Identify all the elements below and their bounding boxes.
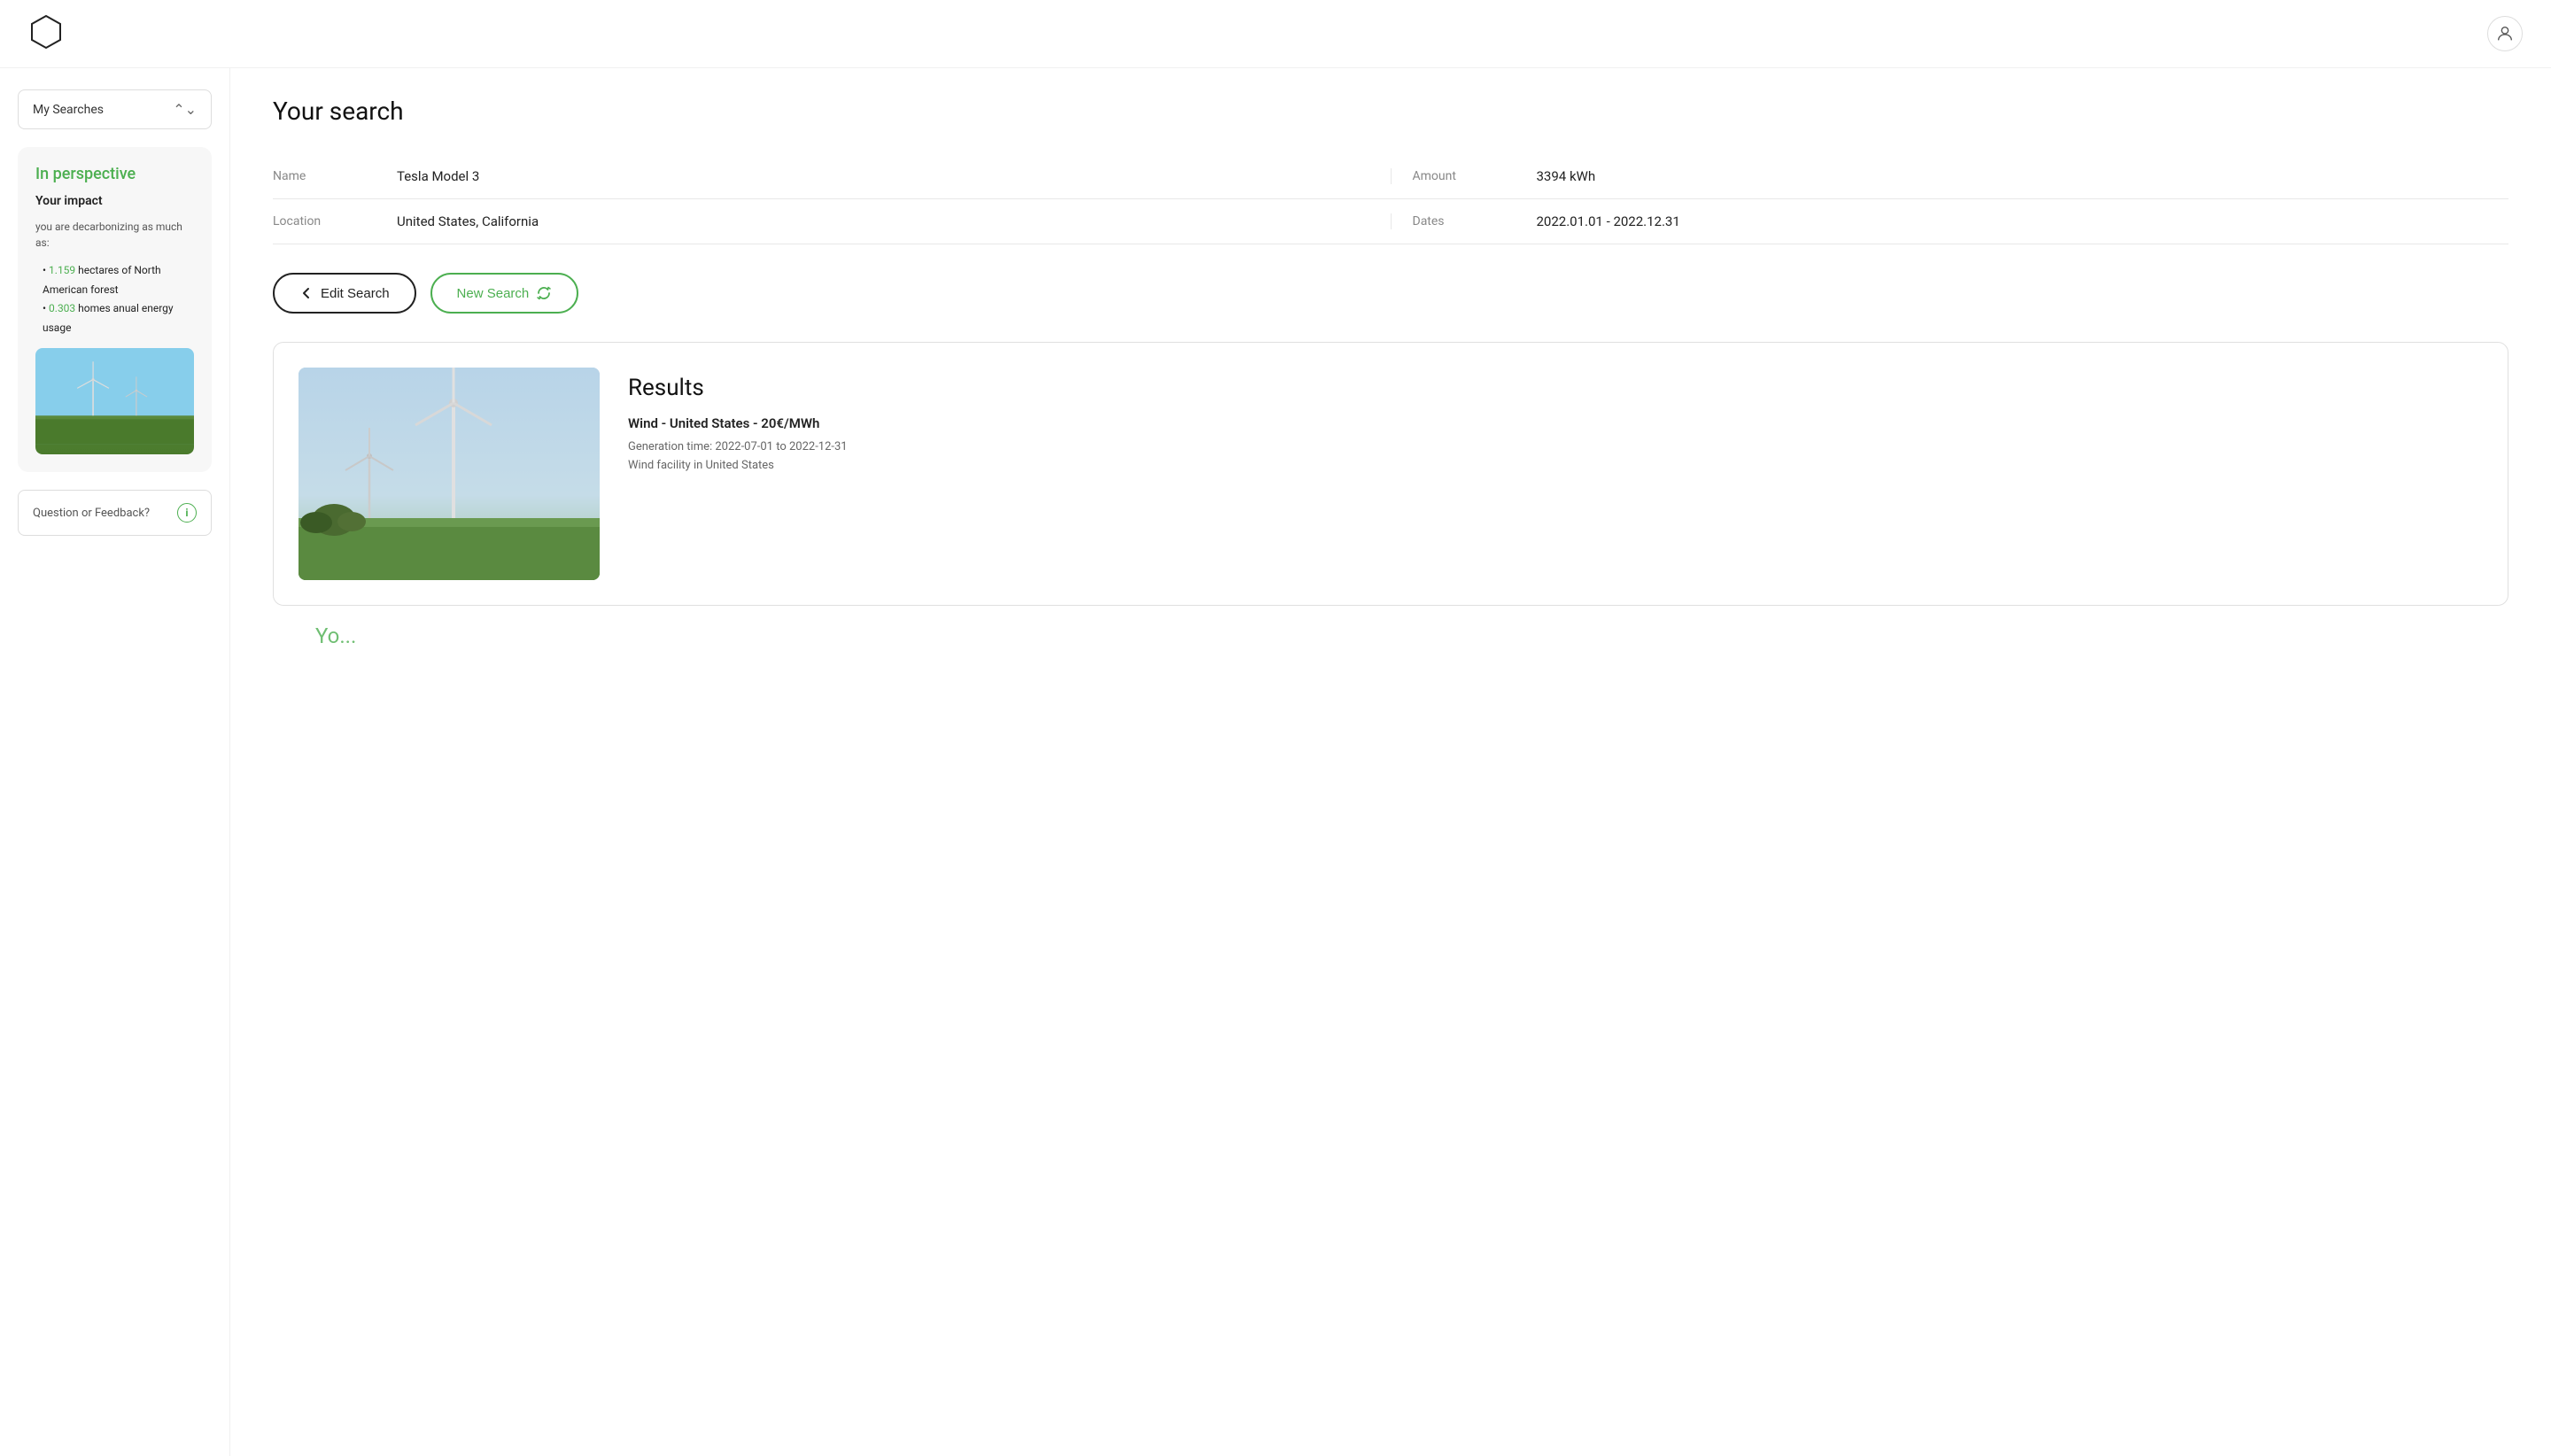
bottom-peek-text: Yo... [273, 623, 2508, 648]
user-avatar-button[interactable] [2487, 16, 2523, 51]
app-logo [28, 14, 64, 53]
impact-item-2: 0.303 homes anual energy usage [43, 299, 194, 337]
page-title: Your search [273, 97, 2508, 126]
impact-list: 1.159 hectares of North American forest … [35, 261, 194, 337]
chevron-down-icon: ⌃⌄ [173, 101, 197, 118]
main-content: Your search Name Tesla Model 3 Amount 33… [230, 68, 2551, 1456]
impact-description: you are decarbonizing as much as: [35, 219, 194, 251]
amount-label: Amount [1413, 169, 1501, 183]
vertical-divider [1391, 168, 1392, 184]
results-image [299, 368, 600, 580]
perspective-image [35, 348, 194, 454]
action-buttons: Edit Search New Search [273, 273, 2508, 314]
arrow-left-icon [299, 286, 314, 300]
dates-label: Dates [1413, 214, 1501, 228]
result-name: Wind - United States - 20€/MWh [628, 415, 2483, 431]
search-row-name-amount: Name Tesla Model 3 Amount 3394 kWh [273, 154, 2508, 199]
feedback-box[interactable]: Question or Feedback? i [18, 490, 212, 536]
info-icon: i [177, 503, 197, 523]
name-value: Tesla Model 3 [397, 168, 479, 184]
location-cell: Location United States, California [273, 213, 1369, 229]
results-info: Results Wind - United States - 20€/MWh G… [628, 368, 2483, 476]
sidebar: My Searches ⌃⌄ In perspective Your impac… [0, 68, 230, 1456]
new-search-button[interactable]: New Search [430, 273, 579, 314]
my-searches-label: My Searches [33, 103, 104, 117]
name-label: Name [273, 169, 361, 183]
main-layout: My Searches ⌃⌄ In perspective Your impac… [0, 68, 2551, 1456]
vertical-divider-2 [1391, 213, 1392, 229]
results-title: Results [628, 375, 2483, 401]
amount-value: 3394 kWh [1537, 168, 1596, 184]
impact-value-2: 0.303 [49, 302, 75, 314]
results-card: Results Wind - United States - 20€/MWh G… [273, 342, 2508, 606]
name-cell: Name Tesla Model 3 [273, 168, 1369, 184]
app-header [0, 0, 2551, 68]
result-facility: Wind facility in United States [628, 457, 2483, 476]
dates-value: 2022.01.01 - 2022.12.31 [1537, 213, 1680, 229]
dates-cell: Dates 2022.01.01 - 2022.12.31 [1413, 213, 2509, 229]
my-searches-dropdown[interactable]: My Searches ⌃⌄ [18, 89, 212, 129]
amount-cell: Amount 3394 kWh [1413, 168, 2509, 184]
perspective-title: In perspective [35, 165, 194, 183]
impact-value-1: 1.159 [49, 264, 75, 276]
search-details: Name Tesla Model 3 Amount 3394 kWh Locat… [273, 154, 2508, 244]
location-value: United States, California [397, 213, 539, 229]
search-row-location-dates: Location United States, California Dates… [273, 199, 2508, 244]
location-label: Location [273, 214, 361, 228]
perspective-card: In perspective Your impact you are decar… [18, 147, 212, 472]
result-generation-time: Generation time: 2022-07-01 to 2022-12-3… [628, 438, 2483, 457]
your-impact-title: Your impact [35, 194, 194, 208]
feedback-label: Question or Feedback? [33, 507, 150, 520]
impact-item-1: 1.159 hectares of North American forest [43, 261, 194, 299]
edit-search-button[interactable]: Edit Search [273, 273, 416, 314]
refresh-icon [536, 285, 552, 301]
